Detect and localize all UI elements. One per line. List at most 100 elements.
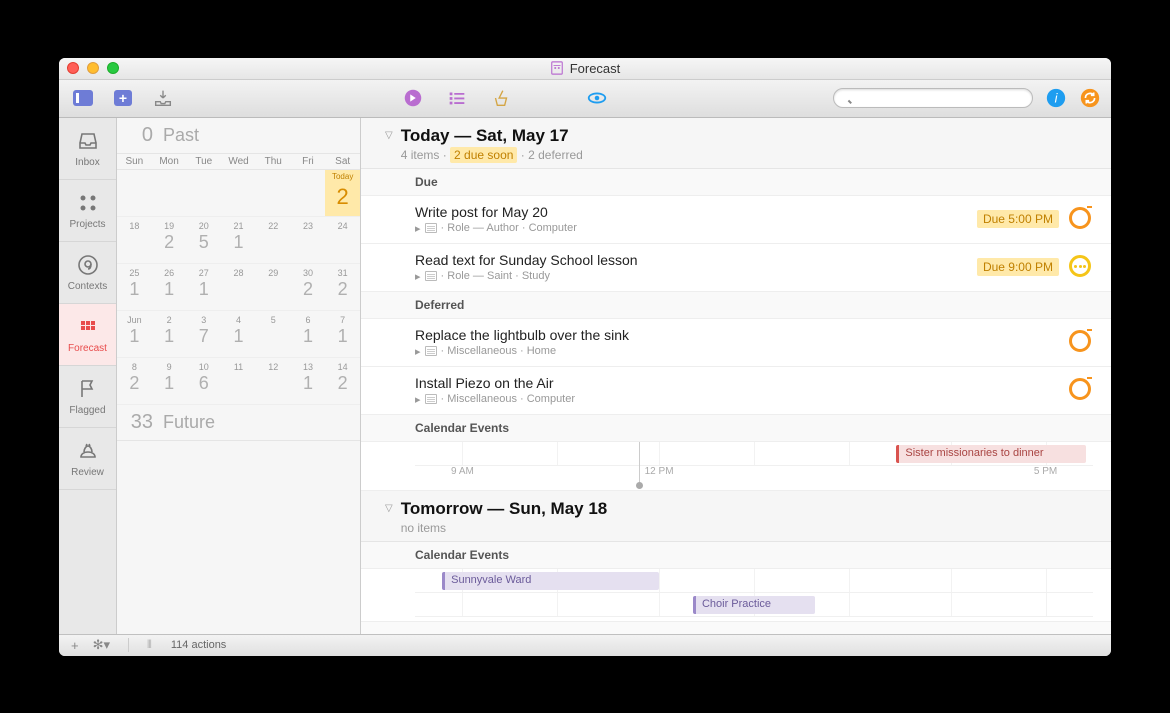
calendar-week: 18192205211222324 [117,217,360,264]
calendar-day-cell[interactable] [186,170,221,216]
calendar-day-cell[interactable]: 261 [152,264,187,310]
nav-projects[interactable]: Projects [59,180,116,242]
action-menu-button[interactable]: ✻▾ [93,637,110,653]
past-summary-row[interactable]: 0 Past [117,118,360,154]
status-circle-icon[interactable] [1069,207,1091,229]
nav-contexts[interactable]: Contexts [59,242,116,304]
timeline-row: Sunnyvale Ward [415,569,1093,593]
new-action-button[interactable]: + [109,87,137,109]
calendar-day-cell[interactable]: 302 [291,264,326,310]
calendar-day-cell[interactable]: 271 [186,264,221,310]
day-header: Sat [325,156,360,167]
task-meta: ▸ · Role — Saint · Study [415,270,977,283]
task-row[interactable]: Write post for May 20 ▸ · Role — Author … [361,196,1111,244]
timeline: Sunnyvale Ward Choir Practice [361,569,1111,622]
nav-flagged[interactable]: Flagged [59,366,116,428]
calendar-day-cell[interactable]: 205 [186,217,221,263]
calendar-day-cell[interactable]: 22 [256,217,291,263]
calendar-day-cell[interactable]: 18 [117,217,152,263]
calendar-day-cell[interactable]: 21 [152,311,187,357]
calendar-day-cell[interactable]: 23 [291,217,326,263]
due-badge: Due 9:00 PM [977,258,1059,276]
broom-icon [490,87,512,109]
search-field-wrap [833,88,1033,108]
status-circle-icon[interactable] [1069,378,1091,400]
calendar-day-headers: SunMonTueWedThuFriSat [117,154,360,170]
calendar-day-cell[interactable]: 22 [325,170,360,216]
inspector-button[interactable]: i [1045,87,1067,109]
calendar-event[interactable]: Choir Practice [693,596,815,614]
list-view-button[interactable] [446,87,468,109]
calendar-day-cell[interactable]: 28 [221,264,256,310]
calendar-day-cell[interactable]: 312 [325,264,360,310]
calendar-day-cell[interactable]: 37 [186,311,221,357]
sync-button[interactable] [1079,87,1101,109]
calendar-day-cell[interactable]: 71 [325,311,360,357]
search-input[interactable] [833,88,1033,108]
calendar-week: Jun121374156171 [117,311,360,358]
nav-inbox[interactable]: Inbox [59,118,116,180]
close-button[interactable] [67,62,79,74]
calendar-day-cell[interactable]: 24 [325,217,360,263]
view-options-button[interactable] [586,87,608,109]
day-header: ▽ Today — Sat, May 17 4 items · 2 due so… [361,118,1111,169]
calendar-day-cell[interactable]: 142 [325,358,360,404]
timeline-row: Choir Practice [415,593,1093,617]
calendar-day-cell[interactable]: 61 [291,311,326,357]
calendar-day-cell[interactable] [256,170,291,216]
status-circle-icon[interactable] [1069,255,1091,277]
calendar-day-cell[interactable] [152,170,187,216]
inbox-tray-icon [152,87,174,109]
calendar-day-cell[interactable]: 29 [256,264,291,310]
status-circle-icon[interactable] [1069,330,1091,352]
review-icon [76,439,100,463]
calendar-day-cell[interactable]: 91 [152,358,187,404]
calendar-event[interactable]: Sister missionaries to dinner [896,445,1086,463]
future-summary-row[interactable]: 33 Future [117,405,360,441]
calendar-day-cell[interactable]: Jun1 [117,311,152,357]
nav-review[interactable]: Review [59,428,116,490]
day-group: ▽ Today — Sat, May 17 4 items · 2 due so… [361,118,1111,491]
day-header: Sun [117,156,152,167]
past-count: 0 [129,124,153,147]
task-title: Write post for May 20 [415,204,977,220]
calendar-event[interactable]: Sunnyvale Ward [442,572,659,590]
calendar-day-cell[interactable]: 5 [256,311,291,357]
calendar-day-cell[interactable]: 211 [221,217,256,263]
calendar-weeks: 22181922052112223242512612712829302312Ju… [117,170,360,405]
timeline-row: Sister missionaries to dinner [415,442,1093,466]
calendar-day-cell[interactable]: 11 [221,358,256,404]
calendar-day-cell[interactable]: 106 [186,358,221,404]
disclosure-triangle[interactable]: ▽ [385,503,393,514]
calendar-day-cell[interactable]: 82 [117,358,152,404]
calendar-day-cell[interactable] [221,170,256,216]
calendar-day-cell[interactable]: 131 [291,358,326,404]
axis-label: 12 PM [645,466,674,477]
zoom-button[interactable] [107,62,119,74]
task-title: Read text for Sunday School lesson [415,252,977,268]
disclosure-triangle[interactable]: ▽ [385,130,393,141]
calendar-day-cell[interactable] [117,170,152,216]
task-row[interactable]: Read text for Sunday School lesson ▸ · R… [361,244,1111,292]
calendar-week: 82911061112131142 [117,358,360,405]
quick-entry-button[interactable] [149,87,177,109]
note-icon [425,223,437,233]
sidebar-toggle-button[interactable] [69,87,97,109]
add-button[interactable]: + [71,638,79,653]
task-row[interactable]: Replace the lightbulb over the sink ▸ · … [361,319,1111,367]
calendar-day-cell[interactable]: 251 [117,264,152,310]
task-row[interactable]: Install Piezo on the Air ▸ · Miscellaneo… [361,367,1111,415]
day-header: Wed [221,156,256,167]
cleanup-button[interactable] [490,87,512,109]
calendar-day-cell[interactable]: 192 [152,217,187,263]
past-label: Past [163,125,199,146]
calendar-day-cell[interactable]: 41 [221,311,256,357]
nav-forecast[interactable]: Forecast [59,304,116,366]
minimize-button[interactable] [87,62,99,74]
calendar-day-cell[interactable] [291,170,326,216]
main-content: ▽ Today — Sat, May 17 4 items · 2 due so… [361,118,1111,634]
axis-label: 9 AM [451,466,474,477]
day-header: Tue [186,156,221,167]
perspective-button[interactable] [402,87,424,109]
calendar-day-cell[interactable]: 12 [256,358,291,404]
